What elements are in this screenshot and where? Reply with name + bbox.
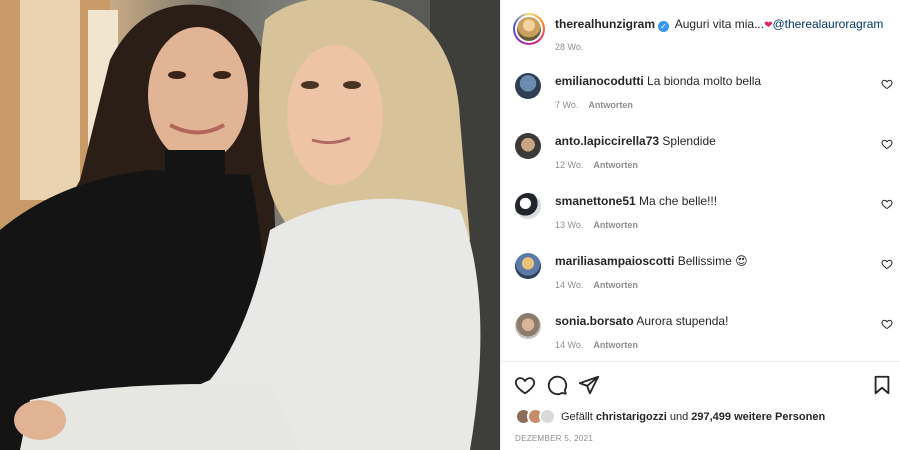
- comment-time: 14 Wo.: [555, 340, 584, 350]
- author-avatar[interactable]: [513, 13, 545, 45]
- comment-time: 14 Wo.: [555, 280, 584, 290]
- commenter-username[interactable]: mariliasampaioscotti: [555, 254, 674, 268]
- caption-mention[interactable]: @therealauroragram: [772, 17, 883, 31]
- comment-time: 13 Wo.: [555, 220, 584, 230]
- post-photo[interactable]: [0, 0, 500, 450]
- comment-like-heart-icon[interactable]: [881, 78, 893, 90]
- comment-text: Aurora stupenda!: [636, 314, 729, 328]
- post-side-panel: therealhunzigram ✓ Auguri vita mia...❤@th…: [500, 0, 900, 450]
- comment-text: Splendide: [662, 134, 716, 148]
- comment-item: smanettone51 Ma che belle!!! 13 Wo. Antwo…: [501, 185, 900, 245]
- comment-item: mariliasampaioscotti Bellissime 😍 14 Wo.…: [501, 245, 900, 305]
- comment-time: 12 Wo.: [555, 160, 584, 170]
- comment-item: emilianocodutti La bionda molto bella 7 …: [501, 65, 900, 125]
- verified-badge-icon: ✓: [658, 21, 670, 32]
- likes-prefix: Gefällt: [561, 411, 593, 423]
- heart-icon[interactable]: [514, 374, 536, 396]
- liker-avatars[interactable]: [515, 408, 557, 426]
- caption-line: therealhunzigram ✓ Auguri vita mia...❤@th…: [555, 16, 883, 34]
- caption-time: 28 Wo.: [555, 42, 584, 52]
- commenter-username[interactable]: anto.lapiccirella73: [555, 134, 659, 148]
- post-actions-bar: Gefällt christarigozzi und 297,499 weite…: [501, 361, 900, 450]
- post-caption: therealhunzigram ✓ Auguri vita mia...❤@th…: [501, 0, 900, 62]
- instagram-post: therealhunzigram ✓ Auguri vita mia...❤@th…: [0, 0, 900, 450]
- commenter-avatar[interactable]: [515, 193, 541, 219]
- likes-count[interactable]: 297,499 weitere Personen: [691, 411, 825, 423]
- commenter-username[interactable]: emilianocodutti: [555, 74, 644, 88]
- comment-text: La bionda molto bella: [647, 74, 762, 88]
- comment-item: sonia.borsato Aurora stupenda! 14 Wo. Ant…: [501, 305, 900, 365]
- comment-like-heart-icon[interactable]: [881, 318, 893, 330]
- commenter-avatar[interactable]: [515, 253, 541, 279]
- reply-button[interactable]: Antworten: [593, 340, 638, 350]
- post-date: DEZEMBER 5, 2021: [515, 434, 594, 443]
- comment-bubble-icon[interactable]: [546, 374, 568, 396]
- reply-button[interactable]: Antworten: [593, 220, 638, 230]
- comment-text: Bellissime 😍: [677, 254, 748, 268]
- comment-like-heart-icon[interactable]: [881, 138, 893, 150]
- caption-text: Auguri vita mia...: [674, 17, 765, 31]
- comment-time: 7 Wo.: [555, 100, 579, 110]
- commenter-avatar[interactable]: [515, 133, 541, 159]
- author-username[interactable]: therealhunzigram: [555, 17, 655, 31]
- photo-illustration: [0, 0, 500, 450]
- comment-like-heart-icon[interactable]: [881, 258, 893, 270]
- reply-button[interactable]: Antworten: [593, 280, 638, 290]
- commenter-avatar[interactable]: [515, 73, 541, 99]
- commenter-username[interactable]: sonia.borsato: [555, 314, 634, 328]
- likes-middle: und: [669, 411, 689, 423]
- comment-item: anto.lapiccirella73 Splendide 12 Wo. Antw…: [501, 125, 900, 185]
- commenter-username[interactable]: smanettone51: [555, 194, 636, 208]
- commenter-avatar[interactable]: [515, 313, 541, 339]
- reply-button[interactable]: Antworten: [593, 160, 638, 170]
- bookmark-icon[interactable]: [871, 374, 893, 396]
- paper-plane-icon[interactable]: [578, 374, 600, 396]
- likes-summary: Gefällt christarigozzi und 297,499 weite…: [515, 407, 825, 427]
- comment-like-heart-icon[interactable]: [881, 198, 893, 210]
- liker-username[interactable]: christarigozzi: [596, 411, 667, 423]
- comment-text: Ma che belle!!!: [639, 194, 718, 208]
- reply-button[interactable]: Antworten: [588, 100, 633, 110]
